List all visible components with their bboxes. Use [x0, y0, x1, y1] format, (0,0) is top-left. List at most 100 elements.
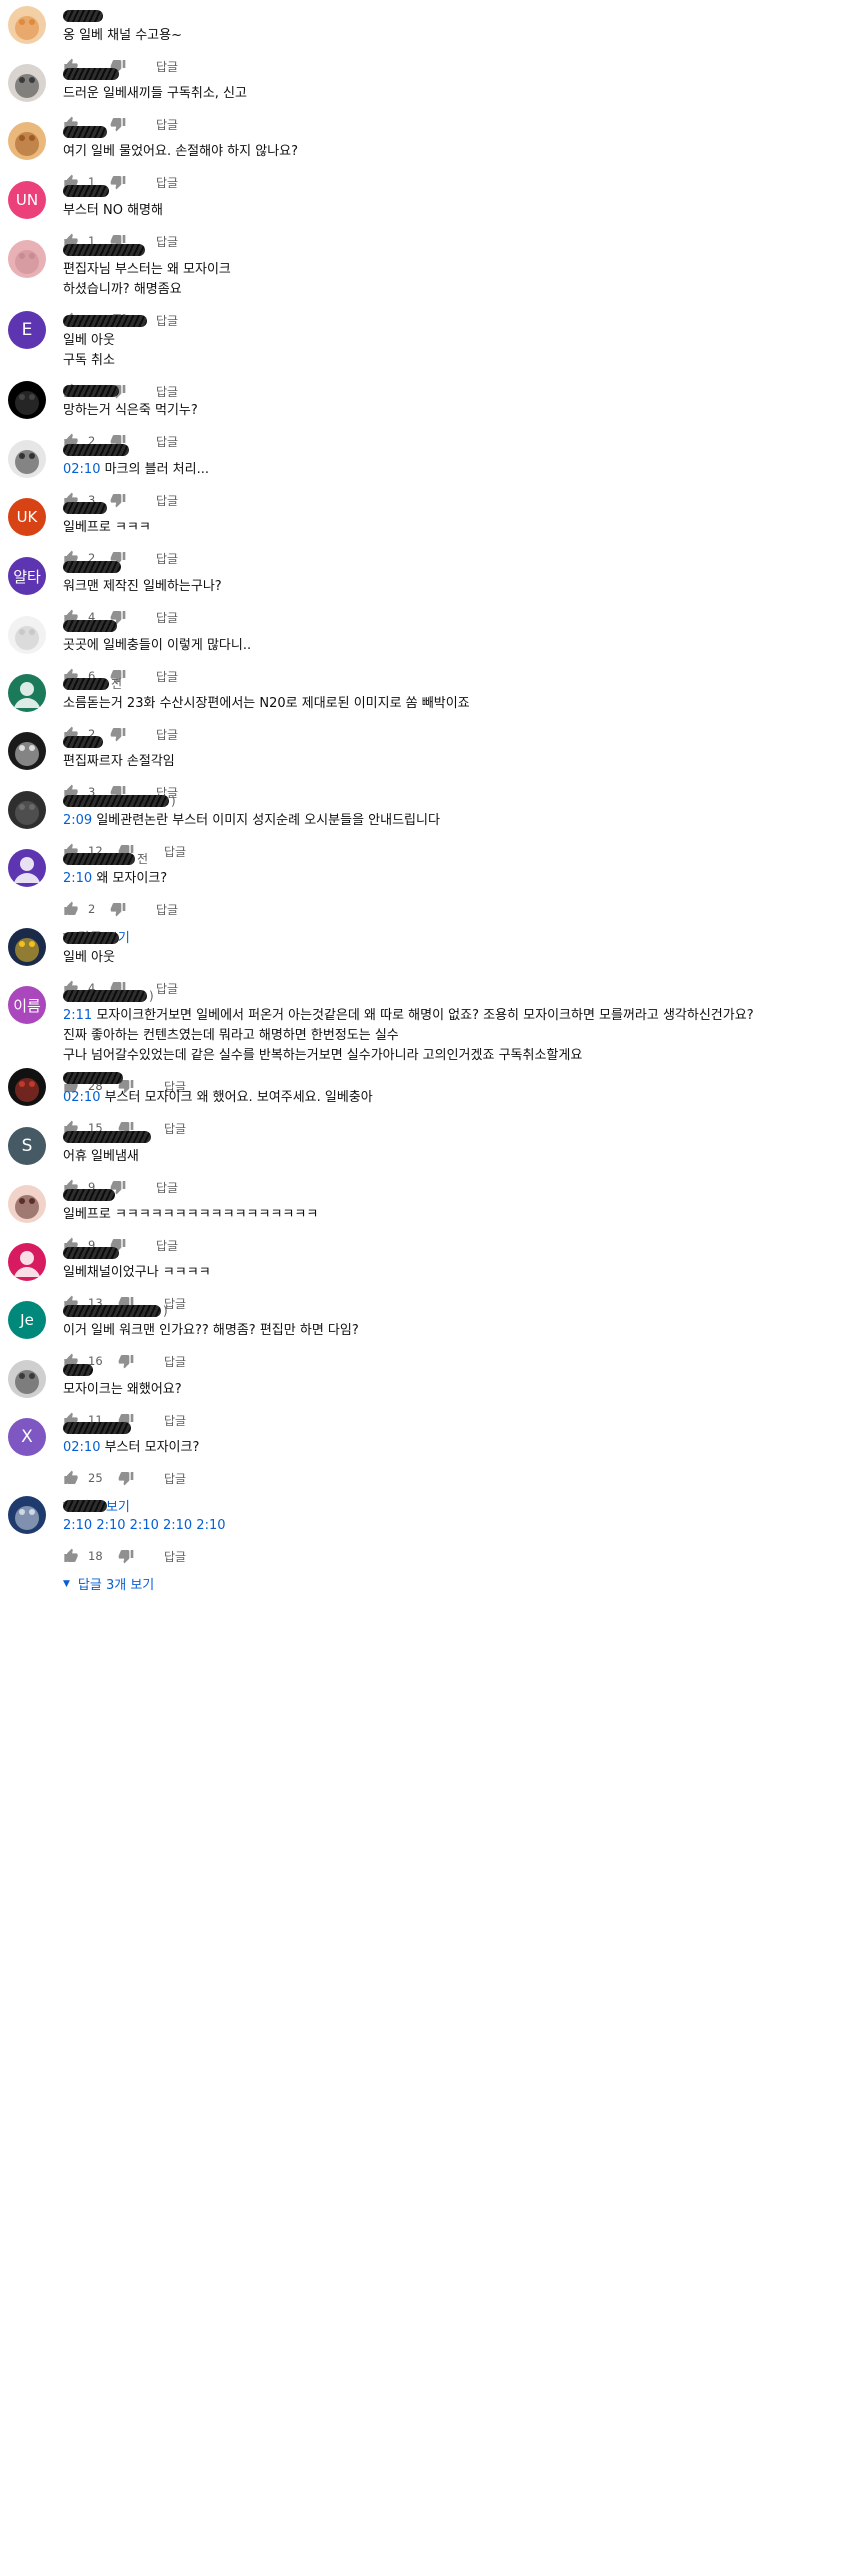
author-name[interactable] [63, 559, 121, 574]
author-name[interactable] [63, 1245, 119, 1260]
reply-button[interactable]: 답글 [156, 492, 178, 509]
author-name[interactable]: ) [63, 1303, 168, 1318]
author-name[interactable] [63, 1129, 151, 1144]
timestamp-link[interactable]: 2:10 2:10 2:10 2:10 2:10 [63, 1518, 226, 1533]
timestamp-link[interactable]: 2:11 [63, 1008, 92, 1023]
reply-button[interactable]: 답글 [156, 726, 178, 743]
comment-text: 워크맨 제작진 일베하는구나? [63, 577, 222, 597]
author-name[interactable]: ) [63, 793, 176, 808]
dislike-icon[interactable] [118, 1470, 134, 1486]
dislike-icon[interactable] [118, 1548, 134, 1564]
reply-button[interactable]: 답글 [164, 1412, 186, 1429]
author-name[interactable] [63, 242, 145, 257]
avatar[interactable] [8, 440, 46, 478]
avatar[interactable] [8, 1243, 46, 1281]
avatar[interactable] [8, 732, 46, 770]
author-name[interactable]: 전 [63, 851, 148, 866]
avatar[interactable] [8, 1185, 46, 1223]
reply-button[interactable]: 답글 [156, 668, 178, 685]
reply-button[interactable]: 답글 [164, 1470, 186, 1487]
avatar[interactable]: 이름 [8, 986, 46, 1024]
avatar[interactable] [8, 674, 46, 712]
reply-button[interactable]: 답글 [156, 383, 178, 400]
reply-button[interactable]: 답글 [156, 174, 178, 191]
reply-button[interactable]: 답글 [164, 1353, 186, 1370]
avatar[interactable] [8, 122, 46, 160]
redacted-author [63, 443, 129, 456]
reply-button[interactable]: 답글 [156, 233, 178, 250]
reply-button[interactable]: 답글 [156, 433, 178, 450]
author-name[interactable] [63, 1070, 123, 1085]
view-replies-label: 답글 3개 보기 [77, 1578, 155, 1593]
like-icon[interactable] [63, 1470, 79, 1486]
reply-button[interactable]: 답글 [164, 843, 186, 860]
reply-button[interactable]: 답글 [164, 1120, 186, 1137]
author-name[interactable] [63, 1187, 115, 1202]
dislike-icon[interactable] [110, 116, 126, 132]
comment-line: 2:10 2:10 2:10 2:10 2:10 [63, 1516, 226, 1536]
dislike-icon[interactable] [110, 174, 126, 190]
author-name[interactable] [63, 1420, 131, 1435]
redacted-author [63, 243, 145, 256]
author-name[interactable] [63, 124, 107, 139]
reply-button[interactable]: 답글 [156, 1179, 178, 1196]
like-icon[interactable] [63, 901, 79, 917]
dislike-icon[interactable] [110, 726, 126, 742]
author-name[interactable] [63, 8, 103, 23]
author-name[interactable] [63, 442, 129, 457]
comment-line: 구나 넘어갈수있었는데 같은 실수를 반복하는거보면 실수가아니라 고의인거겠죠… [63, 1048, 583, 1063]
avatar[interactable] [8, 1360, 46, 1398]
reply-button[interactable]: 답글 [164, 1548, 186, 1565]
author-name[interactable]: 전 [63, 676, 122, 691]
avatar[interactable] [8, 928, 46, 966]
reply-button[interactable]: 답글 [156, 116, 178, 133]
timestamp-link[interactable]: 2:09 [63, 813, 92, 828]
timestamp-link[interactable]: 02:10 [63, 1440, 100, 1455]
reply-button[interactable]: 답글 [156, 550, 178, 567]
dislike-icon[interactable] [118, 1353, 134, 1369]
avatar[interactable]: Je [8, 1301, 46, 1339]
author-name[interactable] [63, 1498, 107, 1513]
timestamp-link[interactable]: 2:10 [63, 871, 92, 886]
timestamp-link[interactable]: 02:10 [63, 1090, 100, 1105]
avatar[interactable] [8, 1068, 46, 1106]
avatar-letter: 얄타 [13, 567, 41, 586]
view-replies-button[interactable]: ▼ 답글 3개 보기 [63, 1574, 154, 1593]
author-name[interactable] [63, 734, 103, 749]
avatar[interactable] [8, 6, 46, 44]
author-name[interactable] [63, 930, 119, 945]
author-name[interactable] [63, 1362, 93, 1377]
author-name[interactable] [63, 618, 117, 633]
reply-button[interactable]: 답글 [156, 609, 178, 626]
avatar[interactable] [8, 381, 46, 419]
comment-line: 일베프로 ㅋㅋㅋ [63, 520, 151, 535]
author-name[interactable] [63, 313, 147, 328]
avatar[interactable]: X [8, 1418, 46, 1456]
dislike-icon[interactable] [110, 492, 126, 508]
author-name[interactable] [63, 383, 119, 398]
avatar[interactable] [8, 849, 46, 887]
avatar[interactable]: S [8, 1127, 46, 1165]
avatar[interactable] [8, 791, 46, 829]
author-name[interactable]: ) [63, 988, 154, 1003]
avatar[interactable]: 얄타 [8, 557, 46, 595]
timestamp-link[interactable]: 02:10 [63, 462, 100, 477]
avatar[interactable] [8, 616, 46, 654]
reply-button[interactable]: 답글 [156, 980, 178, 997]
dislike-icon[interactable] [110, 901, 126, 917]
author-name[interactable] [63, 500, 107, 515]
avatar[interactable] [8, 1496, 46, 1534]
avatar[interactable] [8, 64, 46, 102]
author-name[interactable] [63, 66, 119, 81]
avatar[interactable]: UN [8, 181, 46, 219]
avatar[interactable]: UK [8, 498, 46, 536]
reply-button[interactable]: 답글 [156, 312, 178, 329]
avatar[interactable] [8, 240, 46, 278]
author-name[interactable] [63, 183, 109, 198]
avatar[interactable]: E [8, 311, 46, 349]
reply-button[interactable]: 답글 [156, 58, 178, 75]
reply-button[interactable]: 답글 [156, 901, 178, 918]
redacted-author [63, 1363, 93, 1376]
reply-button[interactable]: 답글 [156, 1237, 178, 1254]
like-icon[interactable] [63, 1548, 79, 1564]
